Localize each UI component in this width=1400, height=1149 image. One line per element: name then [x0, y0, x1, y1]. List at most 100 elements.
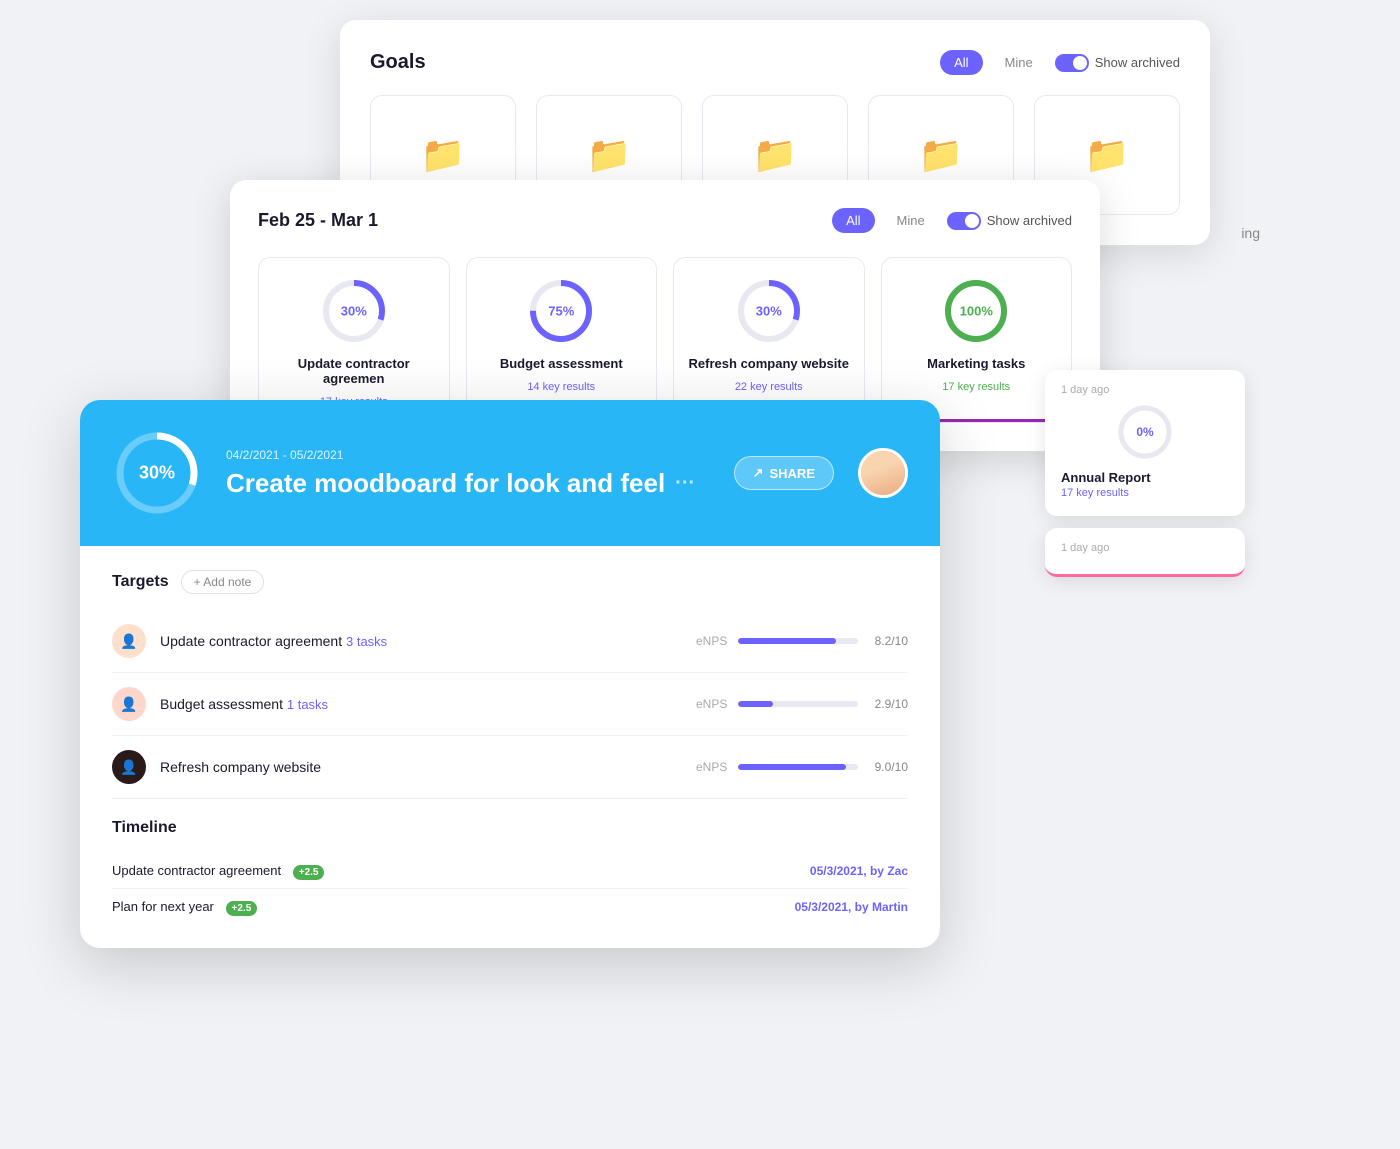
goal-card-name-2: Budget assessment: [500, 356, 623, 371]
side-card-1-sub: 17 key results: [1061, 487, 1229, 499]
detail-header-info: 04/2/2021 - 05/2/2021 Create moodboard f…: [226, 448, 710, 499]
timeline-name-2: Plan for next year +2.5: [112, 899, 795, 914]
side-card-1-donut: 0%: [1061, 402, 1229, 462]
donut-label-1: 30%: [341, 304, 367, 319]
donut-label-3: 30%: [756, 304, 782, 319]
add-note-button[interactable]: + Add note: [181, 570, 265, 594]
folder-icon-3: 📁: [753, 134, 798, 176]
mid-archived-toggle[interactable]: [947, 212, 981, 230]
target-avatar-3: 👤: [112, 750, 146, 784]
goal-card-1[interactable]: 30% Update contractor agreemen 17 key re…: [258, 257, 450, 423]
scene: Goals All Mine Show archived 📁 📁 📁 📁: [0, 0, 1400, 1149]
goal-card-name-3: Refresh company website: [689, 356, 849, 371]
timeline-name-1: Update contractor agreement +2.5: [112, 863, 810, 878]
goal-cards-row: 30% Update contractor agreemen 17 key re…: [258, 257, 1072, 423]
target-metric-3: eNPS 9.0/10: [696, 760, 908, 774]
metric-value-2: 2.9/10: [868, 697, 908, 711]
goals-archived-toggle[interactable]: [1055, 54, 1089, 72]
detail-title: Create moodboard for look and feel ···: [226, 468, 710, 499]
targets-list: 👤 Update contractor agreement 3 tasks eN…: [112, 610, 908, 799]
timeline-section-header: Timeline: [112, 819, 908, 837]
metric-bar-wrap-2: [738, 701, 858, 707]
goals-filters: All Mine Show archived: [940, 50, 1180, 75]
side-card-1-meta: 1 day ago: [1061, 384, 1229, 396]
goal-card-sub-4: 17 key results: [942, 381, 1010, 393]
target-row-2: 👤 Budget assessment 1 tasks eNPS 2.9/10: [112, 673, 908, 736]
metric-label-3: eNPS: [696, 760, 728, 774]
goals-filter-all[interactable]: All: [940, 50, 982, 75]
mid-show-archived-label: Show archived: [987, 213, 1072, 228]
targets-section-header: Targets + Add note: [112, 570, 908, 594]
goals-title: Goals: [370, 51, 426, 74]
progress-ring-big: 30%: [112, 428, 202, 518]
target-link-2[interactable]: 1 tasks: [287, 697, 328, 712]
goal-card-sub-3: 22 key results: [735, 381, 803, 393]
goal-card-name-4: Marketing tasks: [927, 356, 1025, 371]
timeline-row-2: Plan for next year +2.5 05/3/2021, by Ma…: [112, 889, 908, 924]
side-card-1-percent: 0%: [1136, 425, 1153, 439]
timeline-badge-2: +2.5: [226, 901, 258, 916]
side-card-1[interactable]: 1 day ago 0% Annual Report 17 key result…: [1045, 370, 1245, 516]
timeline-label: Timeline: [112, 819, 177, 837]
timeline-meta-2: 05/3/2021, by Martin: [795, 900, 908, 914]
goal-card-4[interactable]: 100% Marketing tasks 17 key results: [881, 257, 1073, 423]
timeline-section: Timeline Update contractor agreement +2.…: [112, 819, 908, 924]
goal-card-2[interactable]: 75% Budget assessment 14 key results: [466, 257, 658, 423]
metric-label-2: eNPS: [696, 697, 728, 711]
target-name-3: Refresh company website: [160, 759, 696, 775]
target-metric-1: eNPS 8.2/10: [696, 634, 908, 648]
metric-bar-2: [738, 701, 773, 707]
more-options-icon[interactable]: ···: [675, 472, 695, 495]
metric-bar-1: [738, 638, 836, 644]
goal-card-name-1: Update contractor agreemen: [273, 356, 435, 386]
mid-filter-all[interactable]: All: [832, 208, 874, 233]
share-icon: ↗: [753, 465, 764, 481]
detail-date: 04/2/2021 - 05/2/2021: [226, 448, 710, 462]
target-name-2: Budget assessment 1 tasks: [160, 696, 696, 712]
metric-bar-wrap-1: [738, 638, 858, 644]
donut-label-2: 75%: [548, 304, 574, 319]
side-card-2-meta: 1 day ago: [1061, 542, 1229, 554]
metric-value-1: 8.2/10: [868, 634, 908, 648]
target-row-3: 👤 Refresh company website eNPS 9.0/10: [112, 736, 908, 799]
folder-icon-4: 📁: [919, 134, 964, 176]
mid-title: Feb 25 - Mar 1: [258, 210, 378, 231]
side-card-2[interactable]: 1 day ago: [1045, 528, 1245, 577]
goals-filter-mine[interactable]: Mine: [991, 50, 1047, 75]
mid-header: Feb 25 - Mar 1 All Mine Show archived: [258, 208, 1072, 233]
target-avatar-1: 👤: [112, 624, 146, 658]
metric-bar-wrap-3: [738, 764, 858, 770]
goals-header: Goals All Mine Show archived: [370, 50, 1180, 75]
donut-4: 100%: [941, 276, 1011, 346]
right-panel: 1 day ago 0% Annual Report 17 key result…: [1045, 370, 1245, 589]
goals-toggle-row: Show archived: [1055, 54, 1180, 72]
target-link-1[interactable]: 3 tasks: [346, 634, 387, 649]
target-avatar-2: 👤: [112, 687, 146, 721]
avatar: [858, 448, 908, 498]
donut-1: 30%: [319, 276, 389, 346]
mid-filters: All Mine Show archived: [832, 208, 1072, 233]
detail-body: Targets + Add note 👤 Update contractor a…: [80, 546, 940, 948]
side-card-1-name: Annual Report: [1061, 470, 1229, 485]
timeline-row-1: Update contractor agreement +2.5 05/3/20…: [112, 853, 908, 889]
metric-value-3: 9.0/10: [868, 760, 908, 774]
mid-filter-mine[interactable]: Mine: [883, 208, 939, 233]
target-metric-2: eNPS 2.9/10: [696, 697, 908, 711]
target-row-1: 👤 Update contractor agreement 3 tasks eN…: [112, 610, 908, 673]
mid-toggle-row: Show archived: [947, 212, 1072, 230]
goal-card-3[interactable]: 30% Refresh company website 22 key resul…: [673, 257, 865, 423]
goals-show-archived-label: Show archived: [1095, 55, 1180, 70]
share-button[interactable]: ↗ SHARE: [734, 456, 834, 490]
folder-icon-5: 📁: [1085, 134, 1130, 176]
folder-icon-2: 📁: [587, 134, 632, 176]
donut-label-4: 100%: [960, 304, 993, 319]
avatar-face: [861, 448, 905, 498]
text-ing: ing: [1241, 225, 1260, 241]
donut-2: 75%: [526, 276, 596, 346]
metric-label-1: eNPS: [696, 634, 728, 648]
target-name-1: Update contractor agreement 3 tasks: [160, 633, 696, 649]
targets-label: Targets: [112, 573, 169, 591]
goal-card-sub-2: 14 key results: [527, 381, 595, 393]
detail-panel: 30% 04/2/2021 - 05/2/2021 Create moodboa…: [80, 400, 940, 948]
timeline-meta-1: 05/3/2021, by Zac: [810, 864, 908, 878]
